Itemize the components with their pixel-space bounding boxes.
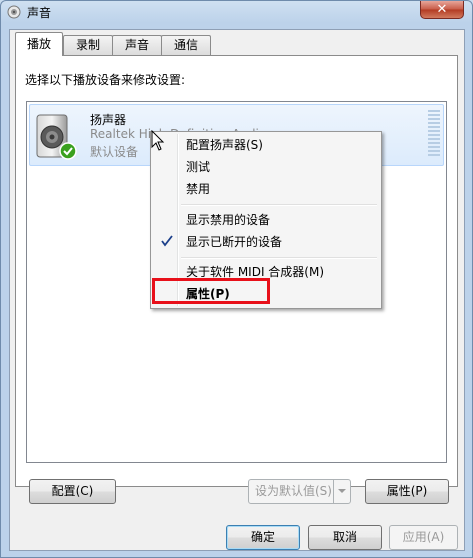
- chevron-down-icon: [333, 480, 350, 503]
- window-title: 声音: [27, 6, 52, 20]
- speaker-icon: [36, 114, 77, 160]
- menu-separator: [181, 257, 377, 259]
- tab-recording[interactable]: 录制: [63, 35, 113, 55]
- device-name: 扬声器: [90, 113, 127, 127]
- menu-item-configure-speakers[interactable]: 配置扬声器(S): [153, 134, 379, 156]
- ok-button[interactable]: 确定: [226, 525, 300, 550]
- device-status: 默认设备: [90, 145, 139, 159]
- close-button[interactable]: ✕: [420, 1, 464, 19]
- volume-level-meter: [428, 110, 440, 160]
- sound-app-icon: [7, 5, 21, 19]
- cancel-button[interactable]: 取消: [308, 525, 382, 550]
- tab-communications[interactable]: 通信: [161, 35, 211, 55]
- properties-button[interactable]: 属性(P): [365, 479, 449, 504]
- title-bar[interactable]: 声音 ✕: [1, 1, 472, 23]
- set-default-button: 设为默认值(S): [248, 479, 351, 504]
- tab-playback[interactable]: 播放: [15, 32, 63, 56]
- check-badge-icon: [59, 142, 77, 160]
- menu-separator: [181, 204, 377, 206]
- configure-button[interactable]: 配置(C): [29, 479, 116, 504]
- mouse-cursor-icon: [151, 130, 165, 151]
- instruction-text: 选择以下播放设备来修改设置:: [25, 73, 186, 87]
- menu-item-test[interactable]: 测试: [153, 156, 379, 178]
- menu-item-disable[interactable]: 禁用: [153, 178, 379, 200]
- set-default-label: 设为默认值(S): [255, 484, 332, 498]
- red-highlight-box: [152, 278, 270, 304]
- close-icon: ✕: [436, 2, 448, 17]
- checkmark-icon: [161, 235, 173, 247]
- apply-button: 应用(A): [389, 525, 458, 550]
- menu-item-show-disconnected[interactable]: 显示已断开的设备: [153, 231, 379, 253]
- menu-item-show-disabled[interactable]: 显示禁用的设备: [153, 209, 379, 231]
- tab-sounds[interactable]: 声音: [112, 35, 162, 55]
